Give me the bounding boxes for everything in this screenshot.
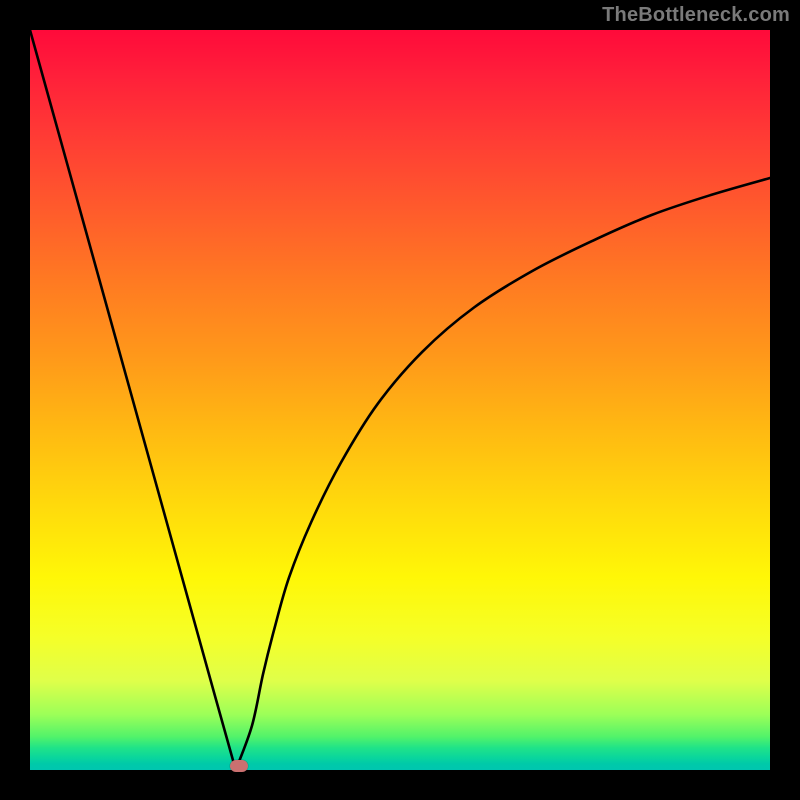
- curve-svg: [30, 30, 770, 770]
- watermark-label: TheBottleneck.com: [602, 4, 790, 27]
- plot-area: [30, 30, 770, 770]
- bottleneck-curve-path: [30, 30, 770, 770]
- minimum-marker: [230, 760, 248, 772]
- chart-frame: TheBottleneck.com: [0, 0, 800, 800]
